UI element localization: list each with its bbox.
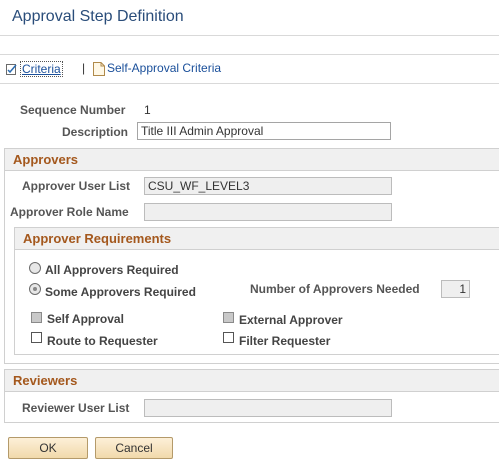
criteria-links-bar: Criteria | Self-Approval Criteria [0,54,499,84]
page-header: Approval Step Definition [0,0,499,36]
external-approver-checkbox[interactable] [223,312,234,323]
filter-requester-checkbox[interactable] [223,332,234,343]
approver-requirements-header-text: Approver Requirements [23,231,172,246]
reviewers-section-header: Reviewers [5,370,499,392]
description-label: Description [62,125,129,139]
route-to-requester-checkbox[interactable] [31,332,42,343]
some-approvers-required-radio[interactable] [29,283,41,295]
self-approval-label: Self Approval [47,312,124,326]
approvers-section-header: Approvers [5,149,499,171]
sequence-number-label: Sequence Number [20,103,126,117]
ok-button[interactable]: OK [8,437,88,459]
document-icon [93,62,105,76]
route-to-requester-label: Route to Requester [47,334,158,348]
filter-requester-label: Filter Requester [239,334,331,348]
some-approvers-required-label: Some Approvers Required [45,285,196,299]
external-approver-label: External Approver [239,313,343,327]
criteria-link[interactable]: Criteria [20,61,63,77]
cancel-button[interactable]: Cancel [95,437,173,459]
number-of-approvers-needed-field[interactable]: 1 [441,280,470,298]
sequence-number-value: 1 [144,103,151,117]
all-approvers-required-radio[interactable] [29,262,41,274]
self-approval-checkbox[interactable] [31,312,42,323]
page-title: Approval Step Definition [12,8,184,25]
link-separator: | [82,61,86,75]
approver-user-list-label: Approver User List [22,179,131,193]
all-approvers-required-label: All Approvers Required [45,263,179,277]
reviewer-user-list-field[interactable] [144,399,392,417]
approver-requirements-header: Approver Requirements [15,228,499,250]
self-approval-criteria-link[interactable]: Self-Approval Criteria [107,61,221,75]
approver-role-name-label: Approver Role Name [10,205,129,219]
approvers-header-text: Approvers [13,152,79,167]
description-field[interactable]: Title III Admin Approval [137,122,391,140]
approver-user-list-field[interactable]: CSU_WF_LEVEL3 [144,177,392,195]
reviewer-user-list-label: Reviewer User List [22,401,130,415]
approver-role-name-field[interactable] [144,203,392,221]
reviewers-header-text: Reviewers [13,373,78,388]
criteria-edit-icon [6,64,17,75]
number-of-approvers-needed-label: Number of Approvers Needed [250,282,420,296]
